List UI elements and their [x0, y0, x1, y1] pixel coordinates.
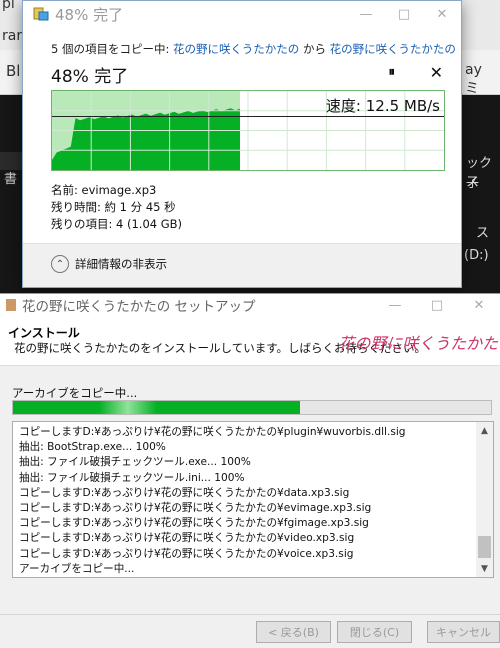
copy-progress-dialog: 48% 完了 — □ ✕ 5 個の項目をコピー中: 花の野に咲くうたかたの から… — [22, 0, 462, 288]
background-fragment: 子 — [466, 176, 480, 191]
install-progress-bar — [12, 400, 492, 415]
setup-app-icon — [6, 299, 16, 311]
speed-line — [52, 116, 444, 117]
log-line: コピーしますD:¥あっぷりけ¥花の野に咲くうたかたの¥fgimage.xp3.s… — [19, 517, 369, 530]
pause-icon[interactable]: ⏸ — [389, 65, 396, 80]
scroll-thumb[interactable] — [478, 536, 491, 558]
game-logo: 花の野に咲くうたかた — [338, 334, 498, 353]
log-line: コピーしますD:¥あっぷりけ¥花の野に咲くうたかたの¥plugin¥wuvorb… — [19, 426, 406, 438]
background-fragment: rar — [2, 28, 23, 44]
log-line: コピーしますD:¥あっぷりけ¥花の野に咲くうたかたの¥video.xp3.sig — [19, 532, 355, 545]
background-fragment: (D:) — [464, 248, 489, 263]
log-line: コピーしますD:¥あっぷりけ¥花の野に咲くうたかたの¥evimage.xp3.s… — [19, 502, 372, 515]
minimize-button[interactable]: — — [374, 294, 416, 316]
cancel-button[interactable]: キャンセル — [427, 621, 500, 643]
copy-source-destination: 5 個の項目をコピー中: 花の野に咲くうたかたの から 花の野に咲くうたかたの — [51, 41, 456, 57]
copy-window-title: 48% 完了 — [55, 5, 124, 24]
log-line: コピーしますD:¥あっぷりけ¥花の野に咲くうたかたの¥voice.xp3.sig — [19, 547, 354, 560]
minimize-button[interactable]: — — [347, 1, 385, 27]
background-fragment: 書 — [4, 172, 18, 187]
background-fragment: pi — [2, 0, 15, 12]
copy-footer: ⌃ 詳細情報の非表示 — [23, 243, 461, 287]
source-folder-link[interactable]: 花の野に咲くうたかたの — [173, 42, 299, 56]
install-log-lines: コピーしますD:¥あっぷりけ¥花の野に咲くうたかたの¥plugin¥wuvorb… — [19, 425, 475, 577]
speed-graph: 速度: 12.5 MB/s — [51, 90, 445, 171]
window-close-button[interactable]: ✕ — [423, 1, 461, 27]
setup-window-title: 花の野に咲くうたかたの セットアップ — [22, 299, 256, 315]
window-close-button[interactable]: ✕ — [458, 294, 500, 316]
setup-window-controls: — □ ✕ — [374, 294, 500, 316]
install-log: コピーしますD:¥あっぷりけ¥花の野に咲くうたかたの¥plugin¥wuvorb… — [12, 421, 494, 578]
items-remaining: 残りの項目: 4 (1.04 GB) — [51, 217, 183, 231]
close-button[interactable]: 閉じる(C) — [337, 621, 412, 643]
maximize-button[interactable]: □ — [416, 294, 458, 316]
log-scrollbar[interactable]: ▲ ▼ — [476, 422, 493, 577]
copy-files-icon — [33, 7, 49, 21]
setup-section-title: インストール — [8, 326, 80, 340]
hide-details-button[interactable]: ⌃ 詳細情報の非表示 — [51, 255, 167, 273]
cancel-copy-icon[interactable]: ✕ — [430, 63, 443, 82]
back-button[interactable]: < 戻る(B) — [256, 621, 331, 643]
scroll-up-icon[interactable]: ▲ — [476, 422, 493, 439]
background-fragment: ay ミ — [465, 62, 482, 97]
scroll-down-icon[interactable]: ▼ — [476, 560, 493, 577]
background-fragment: Bl — [6, 62, 21, 80]
setup-header: インストール 花の野に咲くうたかたのをインストールしています。しばらくお待ちくだ… — [0, 316, 500, 366]
setup-divider — [0, 614, 500, 615]
install-progress-fill — [13, 401, 300, 414]
copy-from-mid: から — [299, 42, 330, 56]
hide-details-label: 詳細情報の非表示 — [75, 257, 167, 271]
file-name: 名前: evimage.xp3 — [51, 183, 157, 197]
background-fragment: ス — [476, 226, 490, 241]
maximize-button[interactable]: □ — [385, 1, 423, 27]
speed-label: 速度: 12.5 MB/s — [325, 97, 440, 115]
percent-complete: 48% 完了 — [51, 67, 129, 87]
copying-status: アーカイブをコピー中... — [12, 386, 138, 400]
time-remaining: 残り時間: 約 1 分 45 秒 — [51, 200, 176, 214]
setup-dialog: 花の野に咲くうたかたの セットアップ — □ ✕ インストール 花の野に咲くうた… — [0, 293, 500, 648]
log-line: 抽出: BootStrap.exe... 100% — [19, 441, 166, 454]
copy-window-controls: — □ ✕ — [347, 1, 461, 27]
log-line: 抽出: ファイル破損チェックツール.exe... 100% — [19, 456, 251, 469]
chevron-up-icon: ⌃ — [51, 255, 69, 273]
copy-from-prefix: 5 個の項目をコピー中: — [51, 42, 174, 56]
destination-folder-link[interactable]: 花の野に咲くうたかたの — [330, 42, 456, 56]
log-line: コピーしますD:¥あっぷりけ¥花の野に咲くうたかたの¥data.xp3.sig — [19, 486, 350, 499]
log-line: アーカイブをコピー中... — [19, 562, 135, 575]
log-line: 抽出: ファイル破損チェックツール.ini... 100% — [19, 471, 245, 484]
